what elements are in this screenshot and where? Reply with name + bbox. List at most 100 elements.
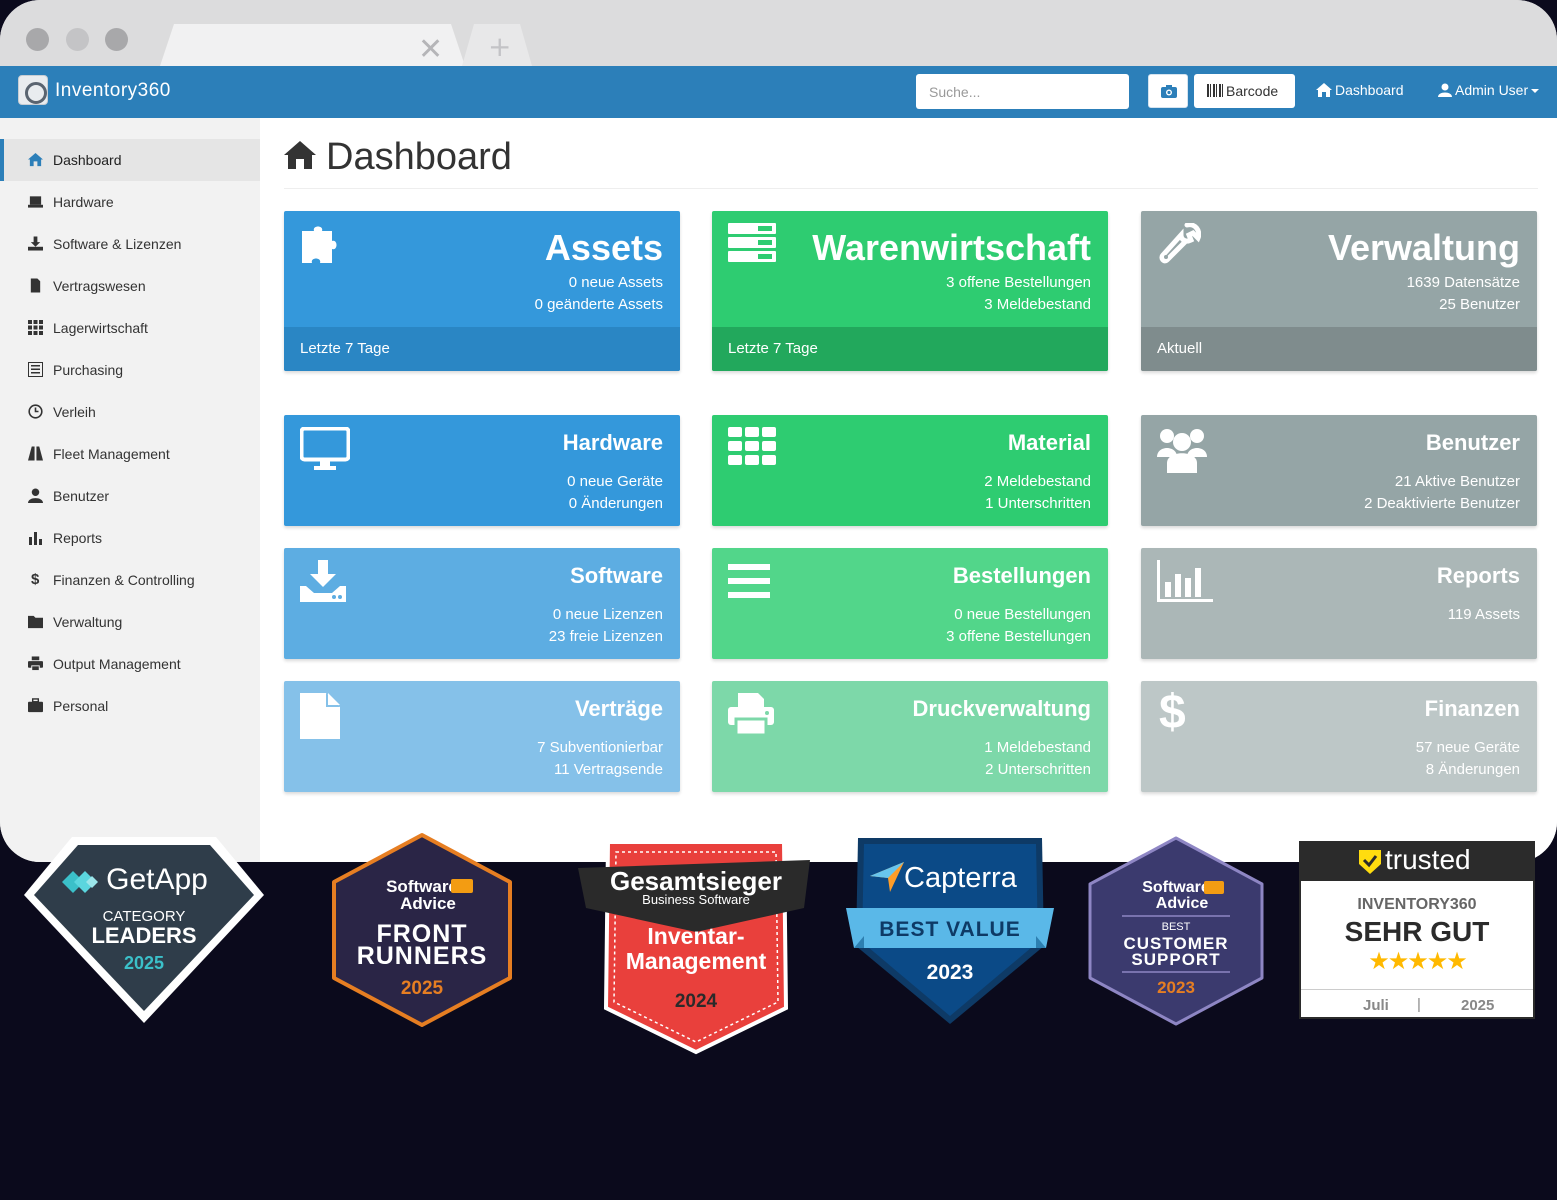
tile-title: Assets <box>544 227 663 268</box>
barcode-button[interactable]: Barcode <box>1194 74 1295 108</box>
capterra-arrow-icon <box>870 862 904 892</box>
sidebar-item-label: Purchasing <box>53 362 124 378</box>
sidebar-item-label: Hardware <box>53 194 114 210</box>
tile-bestellungen[interactable]: Bestellungen 0 neue Bestellungen 3 offen… <box>712 548 1108 659</box>
window-maximize-dot[interactable] <box>105 28 128 51</box>
tile-line: 7 Subventionierbar <box>537 739 663 756</box>
download-icon <box>28 236 43 251</box>
tile-reports[interactable]: Reports 119 Assets <box>1141 548 1537 659</box>
tile-verwaltung[interactable]: Verwaltung 1639 Datensätze 25 Benutzer A… <box>1141 211 1537 371</box>
trusted-separator: | <box>1417 996 1421 1013</box>
barcode-label: Barcode <box>1226 83 1279 99</box>
logo-icon[interactable] <box>18 75 48 105</box>
sidebar-item-label: Finanzen & Controlling <box>53 572 195 588</box>
laptop-icon <box>28 196 43 208</box>
home-icon <box>28 152 43 167</box>
th-icon <box>728 427 776 465</box>
tile-line: 23 freie Lizenzen <box>548 628 663 645</box>
sidebar-item-lagerwirtschaft[interactable]: Lagerwirtschaft <box>0 307 260 349</box>
home-icon <box>1316 83 1332 97</box>
sidebar-item-verleih[interactable]: Verleih <box>0 391 260 433</box>
trusted-check-icon <box>1359 850 1381 874</box>
sa-front-year: 2025 <box>400 978 444 999</box>
tile-title: Verträge <box>574 696 663 721</box>
tile-warenwirtschaft[interactable]: Warenwirtschaft 3 offene Bestellungen 3 … <box>712 211 1108 371</box>
page-title: Dashboard <box>326 136 512 178</box>
print-icon <box>728 693 774 735</box>
tile-footer[interactable]: Letzte 7 Tage <box>284 327 680 371</box>
hdd-download-icon <box>300 560 346 602</box>
capterra-year: 2023 <box>926 961 974 984</box>
tile-footer[interactable]: Aktuell <box>1141 327 1537 371</box>
tile-line: 1 Unterschritten <box>985 495 1091 512</box>
tile-footer[interactable]: Letzte 7 Tage <box>712 327 1108 371</box>
trusted-month: Juli <box>1363 997 1389 1014</box>
speech-bubble-icon <box>1204 881 1224 894</box>
sa-front-line2: RUNNERS <box>356 942 488 970</box>
sidebar-item-personal[interactable]: Personal <box>0 685 260 727</box>
browser-tabbar: ✕ + <box>0 0 1557 67</box>
tile-line: 2 Unterschritten <box>985 761 1091 778</box>
sa-support-year: 2023 <box>1157 978 1195 997</box>
getapp-year: 2025 <box>123 953 165 973</box>
tile-finanzen[interactable]: $ Finanzen 57 neue Geräte 8 Änderungen <box>1141 681 1537 792</box>
gesamt-top1: Unabhängige Nutzerberfragung: <box>638 811 754 820</box>
bar-chart-icon <box>29 532 42 545</box>
chevron-down-icon <box>1531 89 1540 93</box>
brand-name[interactable]: Inventory360 <box>55 80 171 102</box>
getapp-brand: GetApp <box>106 863 208 896</box>
dollar-big-icon: $ <box>1159 686 1186 739</box>
window-close-dot[interactable] <box>26 28 49 51</box>
tab-close-icon[interactable]: ✕ <box>418 32 443 67</box>
sidebar-item-software[interactable]: Software & Lizenzen <box>0 223 260 265</box>
tile-assets[interactable]: Assets 0 neue Assets 0 geänderte Assets … <box>284 211 680 371</box>
sidebar-item-reports[interactable]: Reports <box>0 517 260 559</box>
tile-benutzer[interactable]: Benutzer 21 Aktive Benutzer 2 Deaktivier… <box>1141 415 1537 526</box>
tile-software[interactable]: Software 0 neue Lizenzen 23 freie Lizenz… <box>284 548 680 659</box>
tile-material[interactable]: Material 2 Meldebestand 1 Unterschritten <box>712 415 1108 526</box>
sidebar-item-label: Vertragswesen <box>53 278 146 294</box>
trusted-badge: trusted INVENTORY360 SEHR GUT ★★★★★ Juli… <box>1299 841 1535 1019</box>
sidebar-item-finanzen[interactable]: $ Finanzen & Controlling <box>0 559 260 601</box>
gesamt-line2: Management <box>625 948 767 974</box>
camera-icon <box>1161 85 1177 98</box>
speech-bubble-icon <box>451 879 473 893</box>
sidebar-item-output[interactable]: Output Management <box>0 643 260 685</box>
user-icon <box>1438 83 1452 97</box>
puzzle-icon <box>302 226 337 263</box>
tile-druckverwaltung[interactable]: Druckverwaltung 1 Meldebestand 2 Untersc… <box>712 681 1108 792</box>
tile-title: Druckverwaltung <box>912 696 1092 721</box>
sidebar-item-dashboard[interactable]: Dashboard <box>0 139 260 181</box>
sidebar-item-purchasing[interactable]: Purchasing <box>0 349 260 391</box>
sa-support-line2: SUPPORT <box>1131 950 1221 969</box>
briefcase-icon <box>28 698 43 713</box>
tile-line: 25 Benutzer <box>1439 296 1520 313</box>
tile-line: 2 Meldebestand <box>984 473 1091 490</box>
sidebar-item-hardware[interactable]: Hardware <box>0 181 260 223</box>
tile-title: Hardware <box>562 430 663 455</box>
nav-dashboard-link[interactable]: Dashboard <box>1316 82 1404 98</box>
sidebar-item-fleet[interactable]: Fleet Management <box>0 433 260 475</box>
tile-hardware[interactable]: Hardware 0 neue Geräte 0 Änderungen <box>284 415 680 526</box>
tile-line: 1 Meldebestand <box>984 739 1091 756</box>
window-minimize-dot[interactable] <box>66 28 89 51</box>
sa-frontrunners-badge: Software Advice FRONT RUNNERS 2025 <box>330 832 514 1028</box>
wrench-icon <box>1159 223 1201 264</box>
user-menu[interactable]: Admin User <box>1438 82 1540 98</box>
tile-vertraege[interactable]: Verträge 7 Subventionierbar 11 Vertragse… <box>284 681 680 792</box>
tile-title: Benutzer <box>1425 430 1520 455</box>
camera-button[interactable] <box>1148 74 1188 108</box>
trusted-stars: ★★★★★ <box>1368 948 1468 975</box>
sidebar-item-benutzer[interactable]: Benutzer <box>0 475 260 517</box>
tile-line: 8 Änderungen <box>1425 761 1520 778</box>
nav-dashboard-label: Dashboard <box>1335 82 1404 98</box>
tile-line: 2 Deaktivierte Benutzer <box>1364 495 1520 512</box>
search-input[interactable] <box>916 74 1129 109</box>
dollar-icon: $ <box>31 571 40 588</box>
sidebar-item-verwaltung[interactable]: Verwaltung <box>0 601 260 643</box>
sidebar-item-vertragswesen[interactable]: Vertragswesen <box>0 265 260 307</box>
sidebar-item-label: Personal <box>53 698 109 714</box>
sa-support-line0: BEST <box>1161 921 1191 933</box>
new-tab-button[interactable]: + <box>462 24 532 66</box>
tile-line: 0 neue Assets <box>568 274 663 291</box>
